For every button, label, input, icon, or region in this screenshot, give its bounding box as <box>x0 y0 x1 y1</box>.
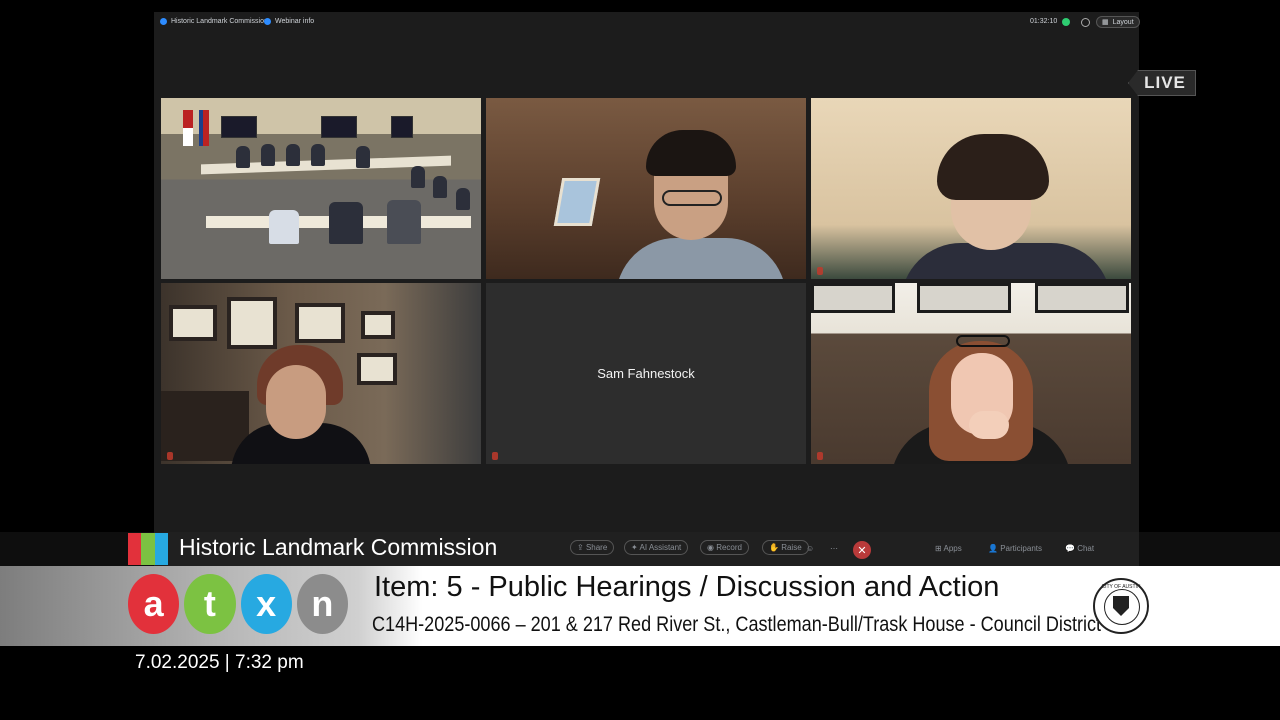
grid-icon: ▦ <box>1102 19 1109 26</box>
live-badge: LIVE <box>1128 70 1196 96</box>
texas-flag <box>199 110 209 146</box>
reactions-icon[interactable]: ☺ <box>806 544 814 553</box>
zoom-meeting-window: Historic Landmark Commission Webinar inf… <box>154 12 1140 567</box>
layout-button[interactable]: ▦ Layout <box>1096 16 1140 28</box>
info-icon <box>264 18 271 25</box>
chat-icon: 💬 <box>1065 544 1078 553</box>
more-icon[interactable]: ⋯ <box>830 544 838 553</box>
record-button[interactable]: ◉ Record <box>700 540 749 555</box>
agenda-item-title: Item: 5 - Public Hearings / Discussion a… <box>374 571 1000 603</box>
logo-letter-n: n <box>296 574 348 634</box>
video-tile-participant-4[interactable] <box>811 283 1131 464</box>
chat-button[interactable]: 💬 Chat <box>1065 544 1094 553</box>
muted-mic-icon <box>492 452 498 460</box>
raise-hand-button[interactable]: ✋ Raise <box>762 540 809 555</box>
skylight-window <box>553 178 601 226</box>
muted-mic-icon <box>167 452 173 460</box>
participant-name: Sam Fahnestock <box>597 366 695 381</box>
title-color-bars <box>128 533 168 565</box>
share-button[interactable]: ⇪ Share <box>570 540 615 555</box>
video-tile-participant-1[interactable] <box>486 98 806 279</box>
webinar-info-button[interactable]: Webinar info <box>264 18 314 25</box>
video-tile-participant-2[interactable] <box>811 98 1131 279</box>
city-of-austin-seal: CITY OF AUSTIN <box>1093 578 1149 634</box>
show-title: Historic Landmark Commission <box>179 534 498 560</box>
apps-button[interactable]: ⊞ Apps <box>935 544 962 553</box>
zoom-top-bar: Historic Landmark Commission Webinar inf… <box>154 12 1140 34</box>
close-icon: ✕ <box>857 544 867 557</box>
people-icon: 👤 <box>988 544 1001 553</box>
video-tile-council-chamber[interactable] <box>161 98 481 279</box>
broadcast-datetime: 7.02.2025 | 7:32 pm <box>135 652 304 673</box>
video-tile-participant-3[interactable] <box>161 283 481 464</box>
logo-letter-t: t <box>184 574 236 634</box>
glasses-icon <box>662 190 722 206</box>
record-icon: ◉ <box>707 543 717 552</box>
atxn-logo: a t x n <box>128 574 348 638</box>
muted-mic-icon <box>817 452 823 460</box>
shield-icon <box>160 18 167 25</box>
agenda-item-subtitle: C14H-2025-0066 – 201 & 217 Red River St.… <box>372 613 1117 636</box>
search-icon[interactable] <box>1081 18 1090 27</box>
meeting-timer: 01:32:10 <box>1030 18 1058 25</box>
meeting-title[interactable]: Historic Landmark Commission <box>160 18 268 25</box>
muted-mic-icon <box>817 267 823 275</box>
share-icon: ⇪ <box>577 543 586 552</box>
connection-status-icon[interactable] <box>1062 18 1070 26</box>
glasses-icon <box>956 335 1010 347</box>
participants-button[interactable]: 👤 Participants <box>988 544 1042 553</box>
end-meeting-button[interactable]: ✕ <box>853 541 871 559</box>
logo-letter-x: x <box>240 574 292 634</box>
hand-icon: ✋ <box>769 543 782 552</box>
logo-letter-a: a <box>128 574 180 634</box>
video-tile-name-only[interactable]: Sam Fahnestock <box>486 283 806 464</box>
us-flag <box>183 110 193 146</box>
ai-assistant-button[interactable]: ✦ AI Assistant <box>624 540 689 555</box>
